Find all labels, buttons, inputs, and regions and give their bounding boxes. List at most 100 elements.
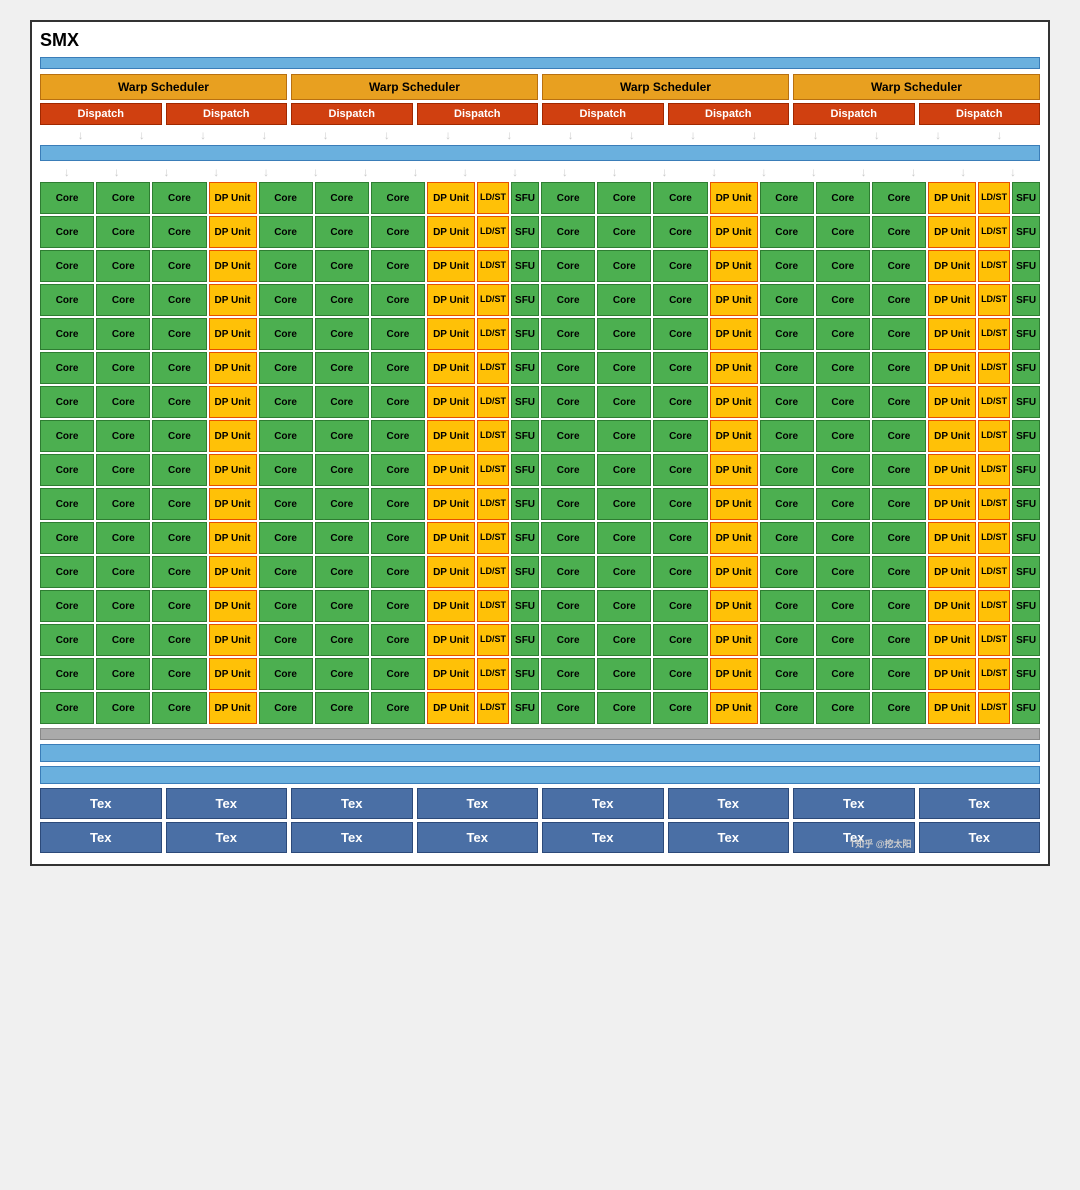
cell-dp-2-7: DP Unit [427,250,475,282]
cell-core-6-6: Core [371,386,425,418]
cell-sfu-12-19: SFU [1012,590,1040,622]
cell-core-15-12: Core [653,692,707,724]
cell-core-8-15: Core [816,454,870,486]
cell-core-13-10: Core [541,624,595,656]
cell-core-1-16: Core [872,216,926,248]
tex-row-1: Tex Tex Tex Tex Tex Tex Tex Tex [40,788,1040,819]
cell-core-3-10: Core [541,284,595,316]
arrow-down: ↓ [711,165,717,179]
arrow-down: ↓ [1010,165,1016,179]
cell-core-0-16: Core [872,182,926,214]
cell-ldst-0-18: LD/ST [978,182,1010,214]
core-row-8: CoreCoreCoreDP UnitCoreCoreCoreDP UnitLD… [40,454,1040,486]
cell-core-1-11: Core [597,216,651,248]
core-row-7: CoreCoreCoreDP UnitCoreCoreCoreDP UnitLD… [40,420,1040,452]
cell-core-8-0: Core [40,454,94,486]
cell-core-0-11: Core [597,182,651,214]
core-row-4: CoreCoreCoreDP UnitCoreCoreCoreDP UnitLD… [40,318,1040,350]
cell-ldst-8-18: LD/ST [978,454,1010,486]
cell-core-6-5: Core [315,386,369,418]
cell-core-12-16: Core [872,590,926,622]
cell-core-3-1: Core [96,284,150,316]
cell-core-14-15: Core [816,658,870,690]
cell-core-12-4: Core [259,590,313,622]
cell-core-7-12: Core [653,420,707,452]
cell-ldst-14-8: LD/ST [477,658,509,690]
cell-dp-0-7: DP Unit [427,182,475,214]
cell-sfu-14-9: SFU [511,658,539,690]
cell-dp-9-3: DP Unit [209,488,257,520]
cell-core-4-0: Core [40,318,94,350]
cell-core-8-12: Core [653,454,707,486]
arrow-down: ↓ [506,128,512,142]
cell-sfu-6-9: SFU [511,386,539,418]
dispatch-6: Dispatch [668,103,790,125]
cell-core-11-0: Core [40,556,94,588]
cell-ldst-2-18: LD/ST [978,250,1010,282]
cell-ldst-12-8: LD/ST [477,590,509,622]
core-row-11: CoreCoreCoreDP UnitCoreCoreCoreDP UnitLD… [40,556,1040,588]
arrow-down: ↓ [114,165,120,179]
cell-core-5-1: Core [96,352,150,384]
cell-core-3-14: Core [760,284,814,316]
cell-core-9-14: Core [760,488,814,520]
cell-core-14-10: Core [541,658,595,690]
cell-core-4-12: Core [653,318,707,350]
cell-core-13-5: Core [315,624,369,656]
cell-core-12-12: Core [653,590,707,622]
warp-scheduler-row: Warp Scheduler Warp Scheduler Warp Sched… [40,74,1040,100]
cell-core-3-2: Core [152,284,206,316]
cell-sfu-10-9: SFU [511,522,539,554]
cell-core-15-11: Core [597,692,651,724]
cell-sfu-9-19: SFU [1012,488,1040,520]
arrow-down: ↓ [462,165,468,179]
cell-sfu-1-9: SFU [511,216,539,248]
cell-dp-7-3: DP Unit [209,420,257,452]
cell-core-9-2: Core [152,488,206,520]
cell-sfu-2-19: SFU [1012,250,1040,282]
arrow-down: ↓ [960,165,966,179]
cell-ldst-7-18: LD/ST [978,420,1010,452]
cell-core-11-1: Core [96,556,150,588]
cell-core-4-10: Core [541,318,595,350]
cell-core-2-6: Core [371,250,425,282]
cell-dp-8-13: DP Unit [710,454,758,486]
cell-core-9-1: Core [96,488,150,520]
cell-sfu-9-9: SFU [511,488,539,520]
cell-ldst-9-8: LD/ST [477,488,509,520]
core-row-12: CoreCoreCoreDP UnitCoreCoreCoreDP UnitLD… [40,590,1040,622]
cell-core-9-4: Core [259,488,313,520]
cell-core-5-10: Core [541,352,595,384]
cell-dp-12-3: DP Unit [209,590,257,622]
cell-dp-4-13: DP Unit [710,318,758,350]
dispatch-5: Dispatch [542,103,664,125]
arrow-down: ↓ [261,128,267,142]
cell-ldst-15-18: LD/ST [978,692,1010,724]
cell-dp-6-7: DP Unit [427,386,475,418]
arrow-down: ↓ [384,128,390,142]
tex-7: Tex [793,788,915,819]
arrow-down: ↓ [935,128,941,142]
cell-core-15-15: Core [816,692,870,724]
cell-core-11-2: Core [152,556,206,588]
cell-core-14-5: Core [315,658,369,690]
cell-dp-15-7: DP Unit [427,692,475,724]
cell-core-1-10: Core [541,216,595,248]
core-row-15: CoreCoreCoreDP UnitCoreCoreCoreDP UnitLD… [40,692,1040,724]
cell-dp-2-3: DP Unit [209,250,257,282]
cell-dp-5-17: DP Unit [928,352,976,384]
core-row-2: CoreCoreCoreDP UnitCoreCoreCoreDP UnitLD… [40,250,1040,282]
cell-dp-11-13: DP Unit [710,556,758,588]
cell-core-15-16: Core [872,692,926,724]
cell-core-11-6: Core [371,556,425,588]
cell-core-2-10: Core [541,250,595,282]
cell-core-9-15: Core [816,488,870,520]
cell-core-2-1: Core [96,250,150,282]
cell-ldst-8-8: LD/ST [477,454,509,486]
cell-sfu-3-9: SFU [511,284,539,316]
cell-core-15-1: Core [96,692,150,724]
cell-sfu-11-19: SFU [1012,556,1040,588]
smx-title: SMX [40,30,1040,51]
tex-14: Tex [668,822,790,853]
cell-dp-13-13: DP Unit [710,624,758,656]
